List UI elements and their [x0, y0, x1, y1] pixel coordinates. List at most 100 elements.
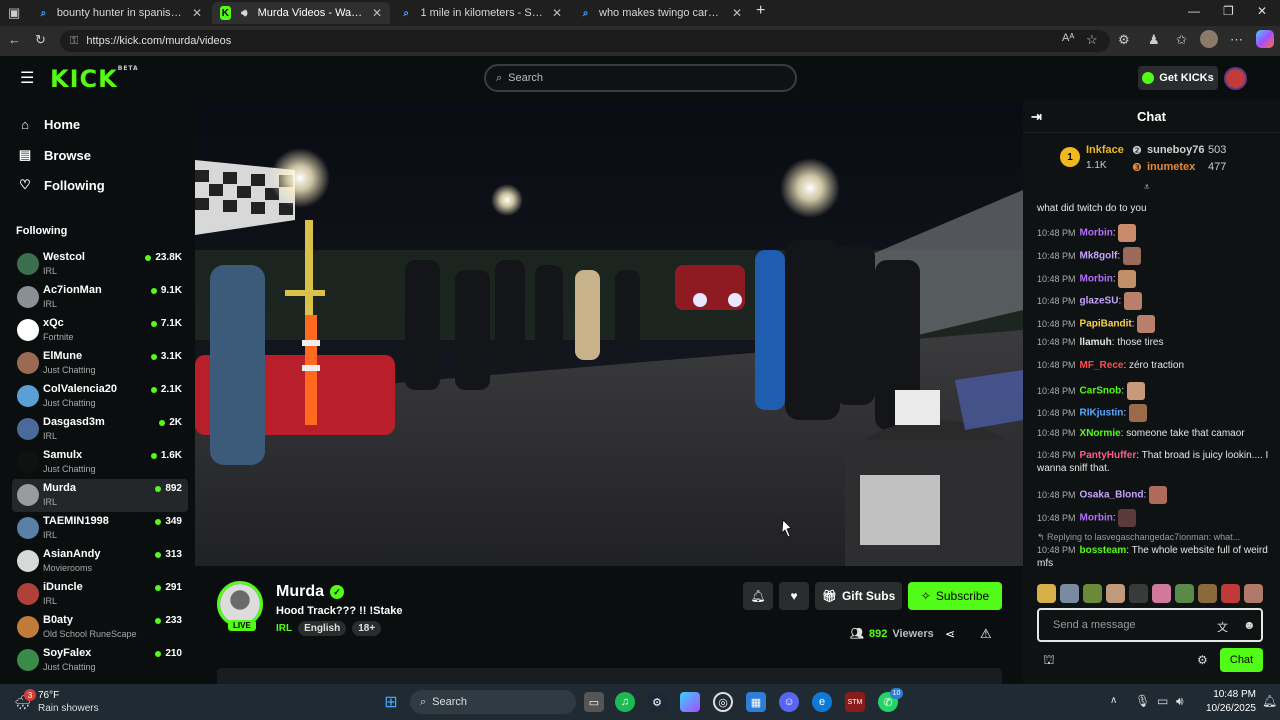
search-input[interactable]: ⌕ Search [484, 64, 797, 92]
quick-emote-icon[interactable] [1244, 584, 1263, 603]
message-username[interactable]: Osaka_Blond [1080, 490, 1144, 501]
spotify-icon[interactable]: ♫ [615, 692, 635, 712]
taskbar-search[interactable]: ⌕ Search [410, 690, 576, 714]
pinned-scroll-icon[interactable]: ⩡ [1144, 182, 1150, 193]
kick-logo[interactable]: KICKBETA [50, 65, 139, 93]
browser-tab-3[interactable]: ⌕ 1 mile in kilometers - Search ✕ [392, 2, 570, 24]
task-view-icon[interactable]: ▭ [584, 692, 604, 712]
user-avatar[interactable] [1224, 67, 1247, 90]
tag-language[interactable]: English [298, 621, 347, 636]
message-username[interactable]: Mk8golf [1080, 251, 1118, 262]
extensions-icon[interactable]: ⚙ [1118, 32, 1130, 48]
message-username[interactable]: PantyHuffer [1080, 450, 1137, 461]
channel-item[interactable]: iDuncle IRL 291 [12, 578, 188, 611]
message-username[interactable]: Morbin [1080, 274, 1113, 285]
nav-home[interactable]: ⌂ Home [18, 117, 80, 132]
back-icon[interactable]: ← [8, 32, 21, 47]
channel-item[interactable]: xQc Fortnite 7.1K [12, 314, 188, 347]
channel-item[interactable]: Dasgasd3m IRL 2K [12, 413, 188, 446]
restore-icon[interactable]: ❐ [1223, 4, 1234, 18]
store-app-icon[interactable]: ▦ [746, 692, 766, 712]
browser-tab-4[interactable]: ⌕ who makes twingo cars - Search ✕ [572, 2, 750, 24]
read-aloud-icon[interactable]: Aᴬ [1062, 32, 1074, 44]
url-field[interactable]: ⚿ https://kick.com/murda/videos [60, 30, 1110, 52]
gift-subs-button[interactable]: 🎁︎ Gift Subs [815, 582, 902, 610]
channel-name[interactable]: Murda [276, 583, 324, 601]
quick-emote-icon[interactable] [1083, 584, 1102, 603]
network-icon[interactable]: ▭ [1157, 694, 1168, 708]
clock-date[interactable]: 10/26/2025 [1196, 703, 1256, 714]
channel-item[interactable]: Samulx Just Chatting 1.6K [12, 446, 188, 479]
collapse-chat-icon[interactable]: ⇥ [1031, 109, 1042, 125]
close-tab-icon[interactable]: ✕ [732, 6, 742, 20]
chat-input[interactable]: Send a message 文 ☻ [1037, 608, 1263, 642]
video-player[interactable] [195, 100, 1023, 566]
channel-item[interactable]: TAEMIN1998 IRL 349 [12, 512, 188, 545]
translate-icon[interactable]: 文 [1217, 619, 1228, 635]
tray-overflow-icon[interactable]: ∧ [1110, 695, 1117, 706]
message-username[interactable]: Morbin [1080, 513, 1113, 524]
favorite-star-icon[interactable]: ☆ [1086, 32, 1098, 48]
emoji-icon[interactable]: ☻ [1243, 618, 1256, 632]
discord-icon[interactable]: ☺ [779, 692, 799, 712]
leader-3-name[interactable]: inumetex [1147, 161, 1195, 173]
nav-following[interactable]: ♡ Following [18, 177, 104, 193]
tag-mature[interactable]: 18+ [352, 621, 382, 636]
quick-emote-icon[interactable] [1129, 584, 1148, 603]
profile-avatar[interactable] [1200, 30, 1218, 48]
nav-browse[interactable]: ▤ Browse [18, 147, 91, 163]
favorites-icon[interactable]: ✩ [1176, 32, 1187, 48]
minimize-icon[interactable]: — [1188, 4, 1200, 18]
close-window-icon[interactable]: ✕ [1257, 4, 1267, 18]
refresh-icon[interactable]: ↻ [35, 32, 46, 48]
message-username[interactable]: Morbin [1080, 228, 1113, 239]
notification-bell-button[interactable]: 🔔︎ [743, 582, 773, 610]
profile-switch-icon[interactable]: ♟ [1148, 32, 1160, 48]
clock-time[interactable]: 10:48 PM [1196, 689, 1256, 700]
quick-emote-icon[interactable] [1106, 584, 1125, 603]
report-warning-icon[interactable]: ⚠ [980, 626, 992, 642]
message-username[interactable]: glazeSU [1080, 296, 1119, 307]
message-username[interactable]: PapiBandit [1080, 319, 1132, 330]
microphone-icon[interactable]: 🎙︎ [1135, 694, 1150, 708]
close-tab-icon[interactable]: ✕ [372, 6, 382, 20]
leader-1-name[interactable]: Inkface [1086, 144, 1124, 156]
steam-icon[interactable]: ⚙ [647, 692, 667, 712]
copilot-taskbar-icon[interactable] [680, 692, 700, 712]
browser-tab-1[interactable]: ⌕ bounty hunter in spanish - Search ✕ [30, 2, 210, 24]
get-kicks-button[interactable]: Get KICKs [1138, 66, 1218, 90]
quick-emote-icon[interactable] [1175, 584, 1194, 603]
store-icon[interactable]: ⛫ [1043, 652, 1055, 670]
message-username[interactable]: llamuh [1080, 337, 1112, 348]
subscribe-button[interactable]: ✧ Subscribe [908, 582, 1002, 610]
speaker-icon[interactable]: 🔊︎ [239, 6, 250, 20]
quick-emote-icon[interactable] [1037, 584, 1056, 603]
message-username[interactable]: RIKjustin [1080, 408, 1124, 419]
quick-emote-icon[interactable] [1152, 584, 1171, 603]
browser-tab-2[interactable]: K 🔊︎ Murda Videos - Watch On-D ✕ [212, 2, 390, 24]
quick-emote-icon[interactable] [1060, 584, 1079, 603]
channel-item[interactable]: Westcol IRL 23.8K [12, 248, 188, 281]
more-menu-icon[interactable]: ⋯ [1230, 32, 1243, 48]
quick-emote-icon[interactable] [1221, 584, 1240, 603]
quick-emote-icon[interactable] [1198, 584, 1217, 603]
message-username[interactable]: XNormie [1080, 428, 1121, 439]
notifications-icon[interactable]: 🔔︎ [1262, 694, 1277, 708]
channel-item[interactable]: SoyFalex Just Chatting 210 [12, 644, 188, 677]
channel-item[interactable]: B0aty Old School RuneScape 233 [12, 611, 188, 644]
streaming-app-icon[interactable]: STM [845, 692, 865, 712]
leader-2-name[interactable]: suneboy76 [1147, 144, 1204, 156]
close-tab-icon[interactable]: ✕ [552, 6, 562, 20]
volume-icon[interactable]: 🔊︎ [1176, 694, 1184, 709]
channel-item[interactable]: AsianAndy Movierooms 313 [12, 545, 188, 578]
message-username[interactable]: bossteam [1080, 545, 1127, 556]
sidebar-toggle-icon[interactable]: ▣ [8, 5, 20, 21]
hamburger-menu-icon[interactable]: ☰ [20, 68, 34, 88]
message-username[interactable]: CarSnob [1080, 386, 1122, 397]
category-link[interactable]: IRL [276, 623, 292, 634]
windows-start-icon[interactable]: ⊞ [381, 692, 401, 712]
channel-item[interactable]: ColValencia20 Just Chatting 2.1K [12, 380, 188, 413]
new-tab-icon[interactable]: + [756, 2, 765, 20]
chat-settings-gear-icon[interactable]: ⚙ [1197, 653, 1208, 667]
message-username[interactable]: MF_Rece [1080, 360, 1124, 371]
